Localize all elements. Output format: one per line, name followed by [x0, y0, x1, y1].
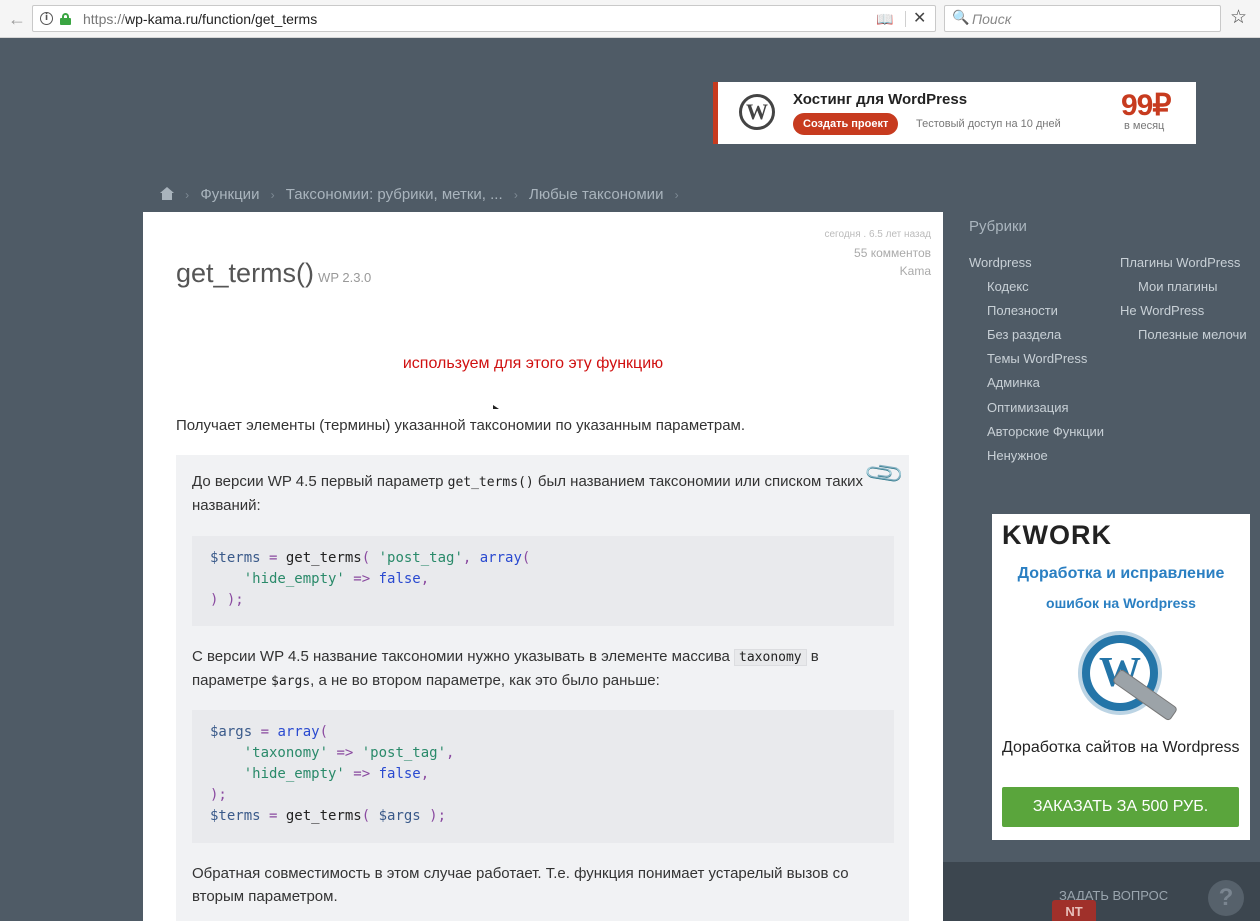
kwork-text: Доработка сайтов на Wordpress	[1002, 739, 1240, 756]
comments-link[interactable]: 55 комментов	[825, 244, 931, 262]
divider	[905, 11, 906, 27]
breadcrumb-separator: ›	[185, 188, 190, 202]
video-annotation: используем для этого эту функцию	[402, 355, 664, 372]
rubric-link[interactable]: Wordpress	[969, 255, 1032, 270]
browser-toolbar: ← i https://wp-kama.ru/function/get_term…	[0, 0, 1260, 38]
kwork-logo: KWORK	[1002, 520, 1112, 550]
ad-note: Тестовый доступ на 10 дней	[916, 118, 1061, 130]
rubric-link[interactable]: Авторские Функции	[987, 424, 1104, 439]
article-meta: сегодня . 6.5 лет назад 55 комментов Kam…	[825, 226, 932, 280]
breadcrumb-item-any-taxonomies[interactable]: Любые таксономии	[529, 186, 663, 203]
breadcrumb-separator: ›	[270, 188, 275, 202]
url-host-path: wp-kama.ru/function/get_terms	[125, 11, 318, 27]
help-icon[interactable]: ?	[1208, 880, 1244, 916]
note-paragraph-1: До версии WP 4.5 первый параметр get_ter…	[192, 473, 864, 514]
rubric-link[interactable]: Кодекс	[987, 279, 1029, 294]
note-paragraph-3: Обратная совместимость в этом случае раб…	[192, 865, 849, 905]
page-title: get_terms() WP 2.3.0	[176, 258, 371, 289]
breadcrumb-item-functions[interactable]: Функции	[200, 186, 259, 203]
note-box: 📎 До версии WP 4.5 первый параметр get_t…	[176, 452, 909, 921]
article-date: сегодня . 6.5 лет назад	[824, 229, 932, 240]
url-scheme: https://	[83, 11, 126, 27]
rubric-link[interactable]: Полезности	[987, 303, 1058, 318]
code-block-1[interactable]: $terms = get_terms( 'post_tag', array( '…	[192, 536, 894, 626]
breadcrumb-separator: ›	[513, 188, 518, 202]
back-arrow-icon[interactable]: ←	[6, 8, 28, 30]
function-name: get_terms()	[176, 258, 315, 288]
create-project-button[interactable]: Создать проект	[793, 113, 899, 135]
info-icon[interactable]: i	[40, 12, 53, 25]
lead-paragraph: Получает элементы (термины) указанной та…	[176, 417, 746, 434]
rubric-link[interactable]: Мои плагины	[1138, 279, 1217, 294]
author-link[interactable]: Kama	[825, 262, 931, 280]
breadcrumb-separator: ›	[674, 188, 679, 202]
nt-badge: NT	[1052, 900, 1096, 921]
lock-icon[interactable]	[60, 13, 71, 25]
version-badge: WP 2.3.0	[318, 270, 372, 285]
close-icon[interactable]: ✕	[913, 8, 926, 27]
url-text[interactable]: https://wp-kama.ru/function/get_terms	[83, 11, 317, 27]
ad-price-period: в месяц	[1124, 120, 1165, 132]
code-block-2[interactable]: $args = array( 'taxonomy' => 'post_tag',…	[192, 710, 894, 843]
ad-price: 99₽	[1121, 89, 1171, 122]
kwork-headline-2: ошибок на Wordpress	[1046, 595, 1196, 611]
browser-search-box[interactable]: 🔍 Поиск	[944, 5, 1221, 32]
order-button[interactable]: ЗАКАЗАТЬ ЗА 500 РУБ.	[1002, 787, 1239, 827]
rubric-link[interactable]: Без раздела	[987, 327, 1061, 342]
rubric-link[interactable]: Админка	[987, 375, 1040, 390]
rubric-link[interactable]: Плагины WordPress	[1120, 255, 1240, 270]
hosting-ad-banner[interactable]: W Хостинг для WordPress Создать проект Т…	[713, 82, 1196, 144]
kwork-headline-1: Доработка и исправление	[1017, 565, 1225, 582]
mouse-cursor-icon	[493, 405, 499, 409]
rubrics-title: Рубрики	[969, 218, 1027, 235]
rubric-link[interactable]: Оптимизация	[987, 400, 1069, 415]
reader-view-icon[interactable]: 📖	[876, 11, 893, 28]
ad-title: Хостинг для WordPress	[793, 91, 968, 108]
bookmark-star-icon[interactable]: ☆	[1230, 6, 1247, 28]
note-paragraph-2: С версии WP 4.5 название таксономии нужн…	[192, 648, 819, 689]
rubric-link[interactable]: Темы WordPress	[987, 351, 1087, 366]
article-card: сегодня . 6.5 лет назад 55 комментов Kam…	[143, 212, 943, 921]
breadcrumb: › Функции › Таксономии: рубрики, метки, …	[160, 186, 686, 203]
rubric-link[interactable]: Не WordPress	[1120, 303, 1204, 318]
rubric-link[interactable]: Полезные мелочи	[1138, 327, 1247, 342]
search-icon: 🔍	[952, 10, 970, 26]
home-icon[interactable]	[160, 187, 174, 200]
kwork-ad[interactable]: KWORK Доработка и исправление ошибок на …	[992, 514, 1250, 840]
rubric-link[interactable]: Ненужное	[987, 448, 1048, 463]
address-bar[interactable]: i https://wp-kama.ru/function/get_terms …	[32, 5, 936, 32]
breadcrumb-item-taxonomies[interactable]: Таксономии: рубрики, метки, ...	[286, 186, 503, 203]
search-placeholder: Поиск	[972, 11, 1012, 27]
wordpress-logo-icon: W	[739, 94, 775, 130]
